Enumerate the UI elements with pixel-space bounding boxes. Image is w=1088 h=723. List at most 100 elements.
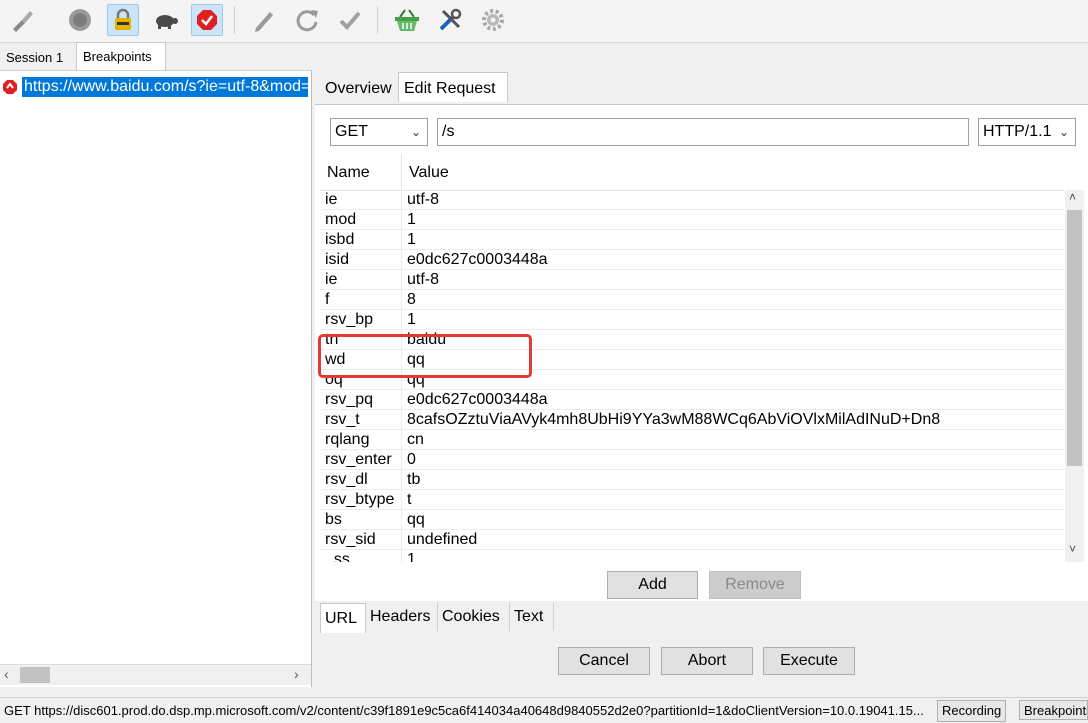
param-name[interactable]: ie [325,270,337,290]
scroll-up-icon[interactable]: ˄ [1069,190,1076,204]
tab-text[interactable]: Text [510,603,554,631]
param-value[interactable]: 8 [407,290,416,310]
status-text: GET https://disc601.prod.do.dsp.mp.micro… [4,703,924,718]
param-name[interactable]: rsv_t [325,410,360,430]
clear-icon[interactable] [6,4,38,36]
table-row[interactable]: rsv_bp 1 [320,310,1064,330]
param-name[interactable]: rsv_btype [325,490,394,510]
abort-button[interactable]: Abort [661,647,753,675]
param-name[interactable]: isid [325,250,349,270]
param-name[interactable]: rqlang [325,430,369,450]
session-list-pane: https://www.baidu.com/s?ie=utf-8&mod=1&i… [0,70,312,687]
session-url[interactable]: https://www.baidu.com/s?ie=utf-8&mod=1&i… [22,77,308,97]
method-select[interactable]: GET ⌄ [330,118,428,146]
turtle-icon[interactable] [150,4,182,36]
method-value: GET [335,123,368,140]
path-value: /s [442,123,455,140]
edit-icon[interactable] [248,4,280,36]
table-row[interactable]: isbd 1 [320,230,1064,250]
param-value[interactable]: tb [407,470,420,490]
table-row[interactable]: rsv_dl tb [320,470,1064,490]
param-name[interactable]: rsv_bp [325,310,373,330]
cancel-button[interactable]: Cancel [558,647,650,675]
column-header-value[interactable]: Value [409,164,449,182]
recording-indicator[interactable]: Recording [937,700,1007,722]
param-name[interactable]: f [325,290,329,310]
param-value[interactable]: t [407,490,411,510]
table-row[interactable]: rsv_t 8cafsOZztuViaAVyk4mh8UbHi9YYa3wM88W… [320,410,1064,430]
param-name[interactable]: _ss [325,550,350,562]
table-row[interactable]: mod 1 [320,210,1064,230]
tab-cookies[interactable]: Cookies [438,603,510,631]
scroll-down-icon[interactable]: ˅ [1069,542,1076,556]
lock-icon[interactable] [107,4,139,36]
breakpoint-icon[interactable] [191,4,223,36]
param-value[interactable]: 1 [407,310,416,330]
toolbar [0,0,1088,43]
param-name[interactable]: rsv_dl [325,470,368,490]
grid-vertical-scrollbar[interactable]: ˄ ˅ [1065,190,1084,562]
tab-headers[interactable]: Headers [366,603,438,631]
grid-header: Name Value [320,154,1064,191]
execute-button[interactable]: Execute [763,647,855,675]
param-name[interactable]: mod [325,210,356,230]
param-value[interactable]: 0 [407,450,416,470]
stop-icon[interactable] [64,4,96,36]
protocol-select[interactable]: HTTP/1.1 ⌄ [978,118,1076,146]
annotation-highlight-box [318,334,532,378]
tab-edit-request[interactable]: Edit Request [398,72,508,102]
tools-icon[interactable] [434,4,466,36]
breakpoints-indicator[interactable]: Breakpoints [1019,700,1088,720]
table-row[interactable]: bs qq [320,510,1064,530]
table-row[interactable]: rsv_enter 0 [320,450,1064,470]
basket-icon[interactable] [391,4,423,36]
param-name[interactable]: rsv_sid [325,530,376,550]
scroll-left-icon[interactable]: ‹ [4,666,9,682]
add-button[interactable]: Add [607,571,698,599]
table-row[interactable]: rsv_sid undefined [320,530,1064,550]
param-value[interactable]: 1 [407,550,416,562]
table-row[interactable]: rsv_btype t [320,490,1064,510]
tab-overview[interactable]: Overview [320,72,400,102]
repeat-icon[interactable] [291,4,323,36]
param-name[interactable]: bs [325,510,342,530]
param-value[interactable]: 1 [407,230,416,250]
table-row[interactable]: f8 [320,290,1064,310]
scroll-thumb[interactable] [20,667,50,683]
param-value[interactable]: cn [407,430,424,450]
column-header-name[interactable]: Name [327,164,370,182]
status-bar: GET https://disc601.prod.do.dsp.mp.micro… [0,697,1088,723]
param-value[interactable]: utf-8 [407,190,439,210]
table-row[interactable]: ie utf-8 [320,190,1064,210]
param-value[interactable]: undefined [407,530,477,550]
validate-icon[interactable] [334,4,366,36]
table-row[interactable]: rsv_pq e0dc627c0003448a [320,390,1064,410]
tab-url[interactable]: URL [320,603,366,633]
param-name[interactable]: isbd [325,230,354,250]
param-value[interactable]: 8cafsOZztuViaAVyk4mh8UbHi9YYa3wM88WCq6Ab… [407,410,940,430]
table-row[interactable]: isid e0dc627c0003448a [320,250,1064,270]
param-name[interactable]: rsv_pq [325,390,373,410]
chevron-down-icon: ⌄ [410,125,421,139]
table-row[interactable]: ie utf-8 [320,270,1064,290]
table-row[interactable]: _ss 1 [320,550,1064,562]
tab-breakpoints[interactable]: Breakpoints [76,42,166,70]
param-value[interactable]: 1 [407,210,416,230]
settings-icon[interactable] [477,4,509,36]
chevron-down-icon: ⌄ [1058,125,1069,139]
remove-button[interactable]: Remove [709,571,801,599]
left-horizontal-scrollbar[interactable]: ‹ › [0,664,311,685]
session-list-item[interactable]: https://www.baidu.com/s?ie=utf-8&mod=1&i… [2,77,308,97]
breakpoint-marker-icon [2,79,18,95]
table-row[interactable]: rqlang cn [320,430,1064,450]
param-value[interactable]: utf-8 [407,270,439,290]
scroll-thumb[interactable] [1067,210,1082,466]
path-input[interactable]: /s [437,118,969,146]
scroll-right-icon[interactable]: › [294,666,299,682]
param-name[interactable]: ie [325,190,337,210]
tab-session-1[interactable]: Session 1 * [0,44,76,93]
param-name[interactable]: rsv_enter [325,450,392,470]
param-value[interactable]: qq [407,510,425,530]
param-value[interactable]: e0dc627c0003448a [407,390,548,410]
param-value[interactable]: e0dc627c0003448a [407,250,548,270]
